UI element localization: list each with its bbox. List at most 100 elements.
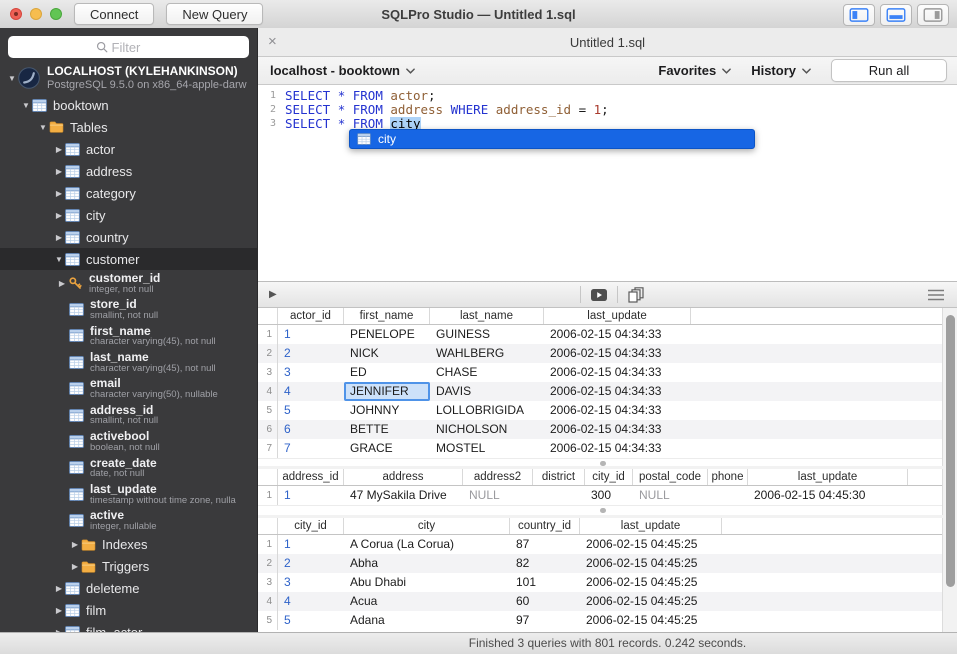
table-row[interactable]: 1 1 PENELOPE GUINESS 2006-02-15 04:34:33: [258, 325, 942, 344]
cell[interactable]: Abu Dhabi: [344, 573, 510, 592]
cell[interactable]: DAVIS: [430, 382, 544, 401]
sidebar-column-last_name[interactable]: last_name character varying(45), not nul…: [0, 349, 257, 375]
toggle-left-panel-button[interactable]: [843, 4, 875, 26]
cell[interactable]: 2006-02-15 04:34:33: [544, 325, 691, 344]
sidebar-item-deleteme[interactable]: ▶ deleteme: [0, 578, 257, 600]
cell[interactable]: 1: [278, 325, 344, 344]
close-window-button[interactable]: [10, 8, 22, 20]
cell[interactable]: 97: [510, 611, 580, 630]
cell[interactable]: 7: [278, 439, 344, 458]
chevron-expanded-icon[interactable]: ▼: [37, 123, 49, 132]
code-line-1[interactable]: 1 SELECT * FROM actor;: [258, 89, 957, 103]
column-header[interactable]: actor_id: [278, 308, 344, 324]
new-query-button[interactable]: New Query: [166, 3, 264, 25]
horizontal-scroll-thumb[interactable]: [600, 508, 606, 513]
chevron-collapsed-icon[interactable]: ▶: [53, 233, 65, 242]
cell[interactable]: 5: [278, 401, 344, 420]
cell[interactable]: 2006-02-15 04:34:33: [544, 363, 691, 382]
table-row[interactable]: 1 1 47 MySakila Drive NULL 300 NULL 2006…: [258, 486, 942, 505]
sidebar-column-store_id[interactable]: store_id smallint, not null: [0, 296, 257, 322]
sidebar-item-city[interactable]: ▶ city: [0, 204, 257, 226]
cell[interactable]: 2006-02-15 04:34:33: [544, 401, 691, 420]
code-line-2[interactable]: 2 SELECT * FROM address WHERE address_id …: [258, 103, 957, 117]
sidebar-item-indexes[interactable]: ▶ Indexes: [0, 534, 257, 556]
table-row[interactable]: 2 2 Abha 82 2006-02-15 04:45:25: [258, 554, 942, 573]
cell[interactable]: 6: [278, 420, 344, 439]
cell[interactable]: 5: [278, 611, 344, 630]
sidebar-item-film[interactable]: ▶ film: [0, 600, 257, 622]
export-results-icon[interactable]: [590, 287, 608, 303]
cell[interactable]: 101: [510, 573, 580, 592]
toggle-right-panel-button[interactable]: [917, 4, 949, 26]
column-header[interactable]: city: [344, 518, 510, 534]
cell[interactable]: 2006-02-15 04:45:30: [748, 486, 908, 505]
table-row[interactable]: 5 5 Adana 97 2006-02-15 04:45:25: [258, 611, 942, 630]
vertical-scrollbar[interactable]: [946, 314, 955, 626]
chevron-collapsed-icon[interactable]: ▶: [53, 189, 65, 198]
table-row[interactable]: 7 7 GRACE MOSTEL 2006-02-15 04:34:33: [258, 439, 942, 458]
cell[interactable]: 2: [278, 554, 344, 573]
cell[interactable]: WAHLBERG: [430, 344, 544, 363]
cell[interactable]: 2006-02-15 04:45:25: [580, 573, 722, 592]
cell[interactable]: Abha: [344, 554, 510, 573]
cell[interactable]: 2006-02-15 04:45:25: [580, 592, 722, 611]
sidebar-item-customer[interactable]: ▼ customer: [0, 248, 257, 270]
table-row[interactable]: 4 4 Acua 60 2006-02-15 04:45:25: [258, 592, 942, 611]
column-header[interactable]: address2: [463, 469, 533, 485]
cell[interactable]: GUINESS: [430, 325, 544, 344]
horizontal-scrollbar[interactable]: [258, 505, 942, 515]
chevron-collapsed-icon[interactable]: ▶: [69, 540, 81, 549]
cell[interactable]: 3: [278, 363, 344, 382]
sidebar-column-activebool[interactable]: activebool boolean, not null: [0, 428, 257, 454]
table-row[interactable]: 2 2 NICK WAHLBERG 2006-02-15 04:34:33: [258, 344, 942, 363]
cell[interactable]: GRACE: [344, 439, 430, 458]
horizontal-scrollbar[interactable]: [258, 458, 942, 466]
sidebar-item-tables[interactable]: ▼ Tables: [0, 116, 257, 138]
chevron-expanded-icon[interactable]: ▼: [6, 74, 18, 83]
column-header[interactable]: first_name: [344, 308, 430, 324]
cell[interactable]: 87: [510, 535, 580, 554]
cell[interactable]: NICHOLSON: [430, 420, 544, 439]
tab-untitled-1[interactable]: Untitled 1.sql: [258, 35, 957, 50]
cell[interactable]: [708, 486, 748, 505]
cell[interactable]: 47 MySakila Drive: [344, 486, 463, 505]
column-header[interactable]: district: [533, 469, 585, 485]
sidebar-column-first_name[interactable]: first_name character varying(45), not nu…: [0, 323, 257, 349]
table-row[interactable]: 3 3 Abu Dhabi 101 2006-02-15 04:45:25: [258, 573, 942, 592]
cell[interactable]: Adana: [344, 611, 510, 630]
column-header[interactable]: last_name: [430, 308, 544, 324]
cell[interactable]: 2006-02-15 04:45:25: [580, 611, 722, 630]
chevron-collapsed-icon[interactable]: ▶: [53, 584, 65, 593]
results-menu-icon[interactable]: [927, 289, 945, 301]
table-row[interactable]: 5 5 JOHNNY LOLLOBRIGIDA 2006-02-15 04:34…: [258, 401, 942, 420]
cell[interactable]: 2006-02-15 04:34:33: [544, 420, 691, 439]
column-header[interactable]: postal_code: [633, 469, 708, 485]
table-row[interactable]: 3 3 ED CHASE 2006-02-15 04:34:33: [258, 363, 942, 382]
cell[interactable]: 1: [278, 535, 344, 554]
horizontal-scroll-thumb[interactable]: [600, 461, 606, 466]
cell[interactable]: ED: [344, 363, 430, 382]
filter-box[interactable]: [8, 36, 249, 58]
cell[interactable]: PENELOPE: [344, 325, 430, 344]
chevron-collapsed-icon[interactable]: ▶: [53, 145, 65, 154]
cell[interactable]: NICK: [344, 344, 430, 363]
sidebar-item-server[interactable]: ▼ LOCALHOST (KYLEHANKINSON) PostgreSQL 9…: [0, 62, 257, 94]
sidebar-column-email[interactable]: email character varying(50), nullable: [0, 376, 257, 402]
column-header[interactable]: country_id: [510, 518, 580, 534]
cell[interactable]: 2006-02-15 04:34:33: [544, 439, 691, 458]
copy-results-icon[interactable]: [627, 287, 645, 303]
column-header[interactable]: address_id: [278, 469, 344, 485]
connection-selector[interactable]: localhost - booktown: [270, 63, 415, 78]
table-row[interactable]: 4 4 JENNIFER DAVIS 2006-02-15 04:34:33: [258, 382, 942, 401]
collapse-results-icon[interactable]: ▶: [269, 289, 277, 300]
cell[interactable]: A Corua (La Corua): [344, 535, 510, 554]
zoom-window-button[interactable]: [50, 8, 62, 20]
cell[interactable]: Acua: [344, 592, 510, 611]
sidebar-item-film_actor[interactable]: ▶ film_actor: [0, 622, 257, 632]
sidebar-column-address_id[interactable]: address_id smallint, not null: [0, 402, 257, 428]
sidebar-column-create_date[interactable]: create_date date, not null: [0, 455, 257, 481]
sidebar-column-last_update[interactable]: last_update timestamp without time zone,…: [0, 481, 257, 507]
sidebar-column-customer_id[interactable]: ▶ customer_id integer, not null: [0, 270, 257, 296]
filter-input[interactable]: [111, 39, 162, 55]
cell-null[interactable]: NULL: [633, 486, 708, 505]
